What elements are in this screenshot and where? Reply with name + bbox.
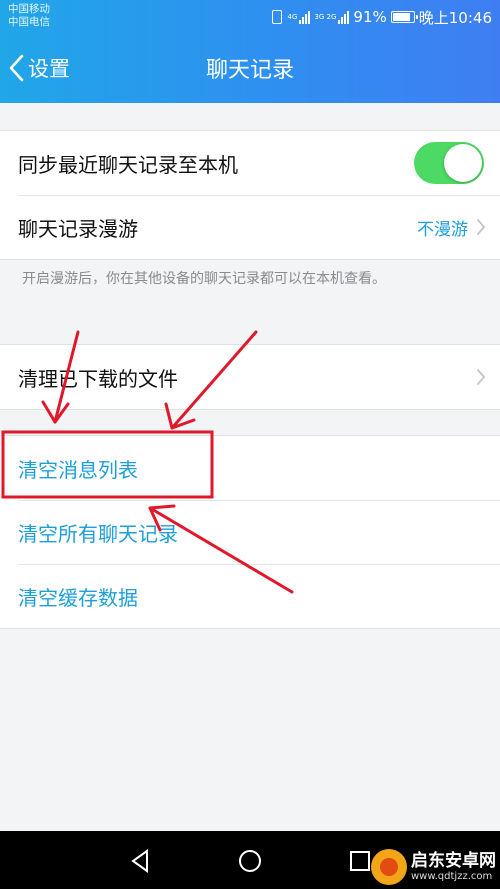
status-bar: 中国移动 中国电信 4G 3G 2G 91% 晚上10:46	[0, 0, 500, 34]
vibrate-icon	[271, 10, 282, 24]
watermark-title: 启东安卓网	[411, 851, 496, 871]
sync-toggle[interactable]	[414, 142, 484, 184]
carrier-1: 中国移动	[8, 3, 50, 15]
status-icons: 4G 3G 2G 91% 晚上10:46	[271, 7, 492, 27]
home-circle-icon[interactable]	[236, 847, 264, 875]
roaming-hint: 开启漫游后，你在其他设备的聊天记录都可以在本机查看。	[22, 271, 386, 287]
network-type-2: 3G 2G	[314, 12, 337, 21]
watermark-logo-icon	[371, 849, 407, 885]
clear-cache-button[interactable]: 清空缓存数据	[18, 582, 138, 611]
sync-row: 同步最近聊天记录至本机	[0, 131, 500, 195]
watermark-url: www.qdtjzz.com	[411, 871, 493, 882]
sync-settings-group: 同步最近聊天记录至本机 聊天记录漫游 不漫游	[0, 130, 500, 260]
chevron-right-icon	[477, 369, 485, 385]
clear-message-list-row[interactable]: 清空消息列表	[0, 436, 500, 500]
clear-cache-row[interactable]: 清空缓存数据	[0, 564, 500, 628]
carrier-2: 中国电信	[8, 16, 50, 28]
roaming-row[interactable]: 聊天记录漫游 不漫游	[0, 195, 500, 259]
navigation-bar: 启东安卓网 www.qdtjzz.com	[0, 831, 500, 889]
header: 中国移动 中国电信 4G 3G 2G 91% 晚上10:46 设置 聊天记录	[0, 0, 500, 103]
clock: 晚上10:46	[418, 8, 492, 27]
title-bar: 设置 聊天记录	[0, 34, 500, 103]
page-title: 聊天记录	[205, 58, 294, 83]
recents-square-icon[interactable]	[346, 847, 374, 875]
battery-percent: 91%	[353, 8, 387, 26]
battery-icon	[390, 11, 418, 23]
signal-icon-2	[338, 10, 350, 24]
downloads-group: 清理已下载的文件	[0, 344, 500, 410]
clear-downloads-row[interactable]: 清理已下载的文件	[0, 345, 500, 409]
clear-all-chats-button[interactable]: 清空所有聊天记录	[18, 518, 178, 547]
clear-all-chats-row[interactable]: 清空所有聊天记录	[0, 500, 500, 564]
clear-downloads-label: 清理已下载的文件	[18, 366, 178, 391]
chevron-right-icon	[477, 219, 485, 235]
network-type: 4G	[287, 12, 298, 21]
sync-label: 同步最近聊天记录至本机	[18, 152, 238, 177]
carrier-info: 中国移动 中国电信	[8, 3, 50, 29]
back-triangle-icon[interactable]	[126, 847, 154, 875]
watermark: 启东安卓网 www.qdtjzz.com	[371, 849, 496, 885]
clear-actions-group: 清空消息列表 清空所有聊天记录 清空缓存数据	[0, 435, 500, 629]
clear-message-list-button[interactable]: 清空消息列表	[18, 454, 138, 483]
roaming-label: 聊天记录漫游	[18, 216, 138, 241]
toggle-knob	[444, 144, 482, 182]
signal-icon	[299, 10, 311, 24]
roaming-value: 不漫游	[417, 219, 468, 240]
